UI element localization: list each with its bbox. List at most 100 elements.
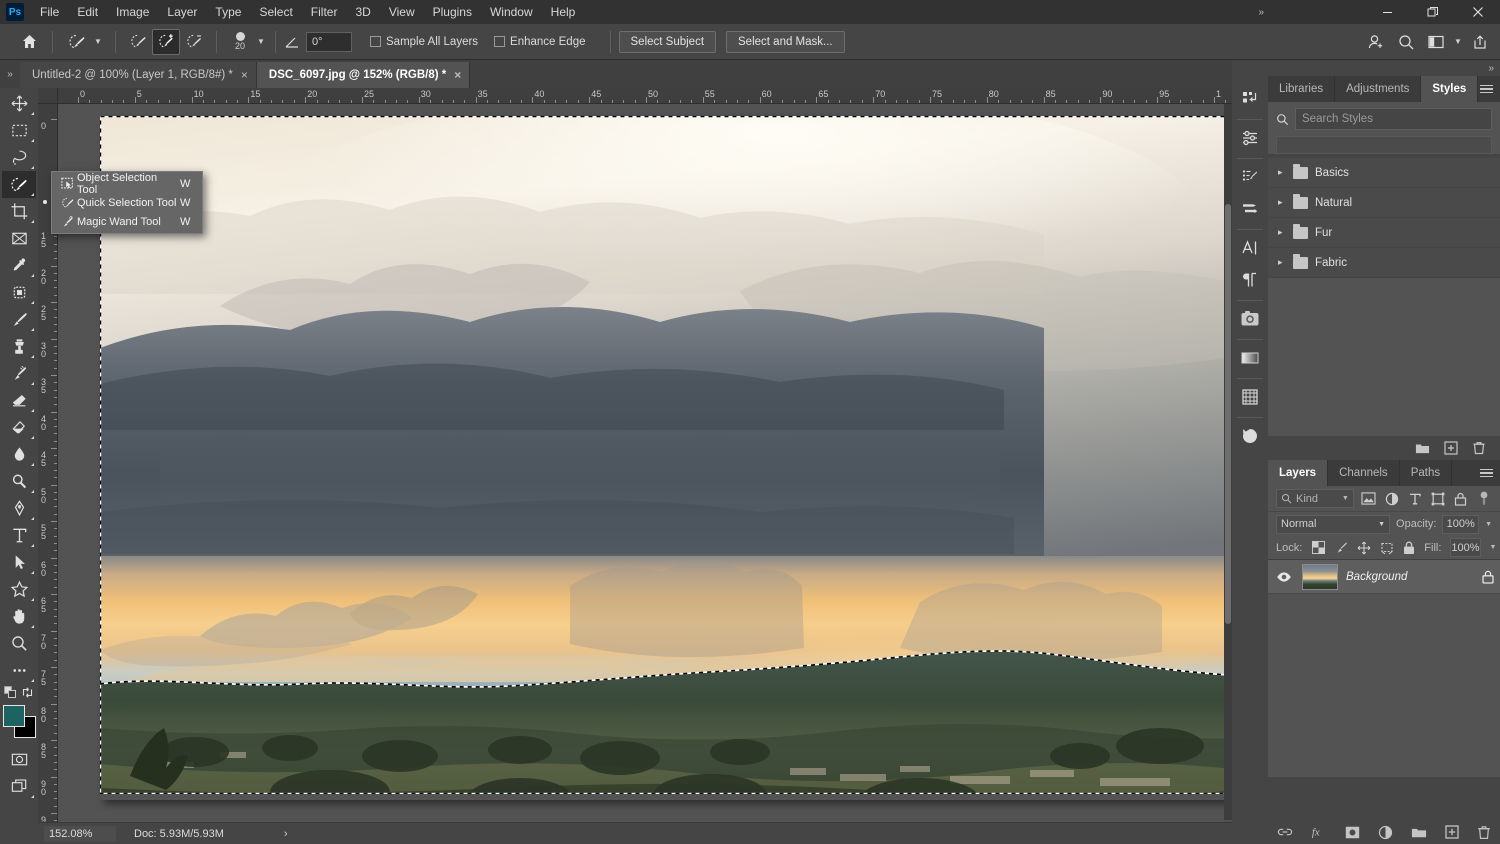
document-tab-untitled-2[interactable]: Untitled-2 @ 100% (Layer 1, RGB/8#) * × [20,62,257,88]
opacity-chevron-down-icon[interactable]: ▼ [1485,521,1492,528]
blur-tool[interactable] [2,441,36,468]
hand-tool[interactable] [2,603,36,630]
history-icon[interactable] [1235,84,1265,114]
foreground-color-swatch[interactable] [3,705,25,727]
crop-tool[interactable] [2,198,36,225]
blend-mode-select[interactable]: Normal ▼ [1276,514,1391,534]
lock-icon[interactable] [1482,570,1494,584]
pen-tool[interactable] [2,495,36,522]
angle-input[interactable]: 0° [306,31,352,52]
menu-edit[interactable]: Edit [68,1,107,23]
patterns-icon[interactable] [1235,382,1265,412]
style-group-fabric[interactable]: ▸ Fabric [1268,248,1500,278]
new-group-icon[interactable] [1411,826,1427,839]
new-adjustment-layer-icon[interactable] [1378,825,1393,840]
move-tool[interactable] [2,90,36,117]
brushes-icon[interactable] [1235,194,1265,224]
chevron-down-icon[interactable]: ▼ [1342,495,1349,502]
tool-preset-picker[interactable]: ▼ [61,27,107,57]
default-colors-icon[interactable] [4,685,17,699]
panel-menu-icon[interactable] [1480,465,1496,481]
document-tab-dsc-6097[interactable]: DSC_6097.jpg @ 152% (RGB/8) * × [256,62,471,88]
menu-image[interactable]: Image [107,1,158,23]
rectangular-marquee-tool[interactable] [2,117,36,144]
tab-channels[interactable]: Channels [1328,460,1400,486]
lock-all-icon[interactable] [1403,541,1415,555]
lock-position-icon[interactable] [1357,541,1371,555]
eye-icon[interactable] [1274,571,1294,583]
path-selection-tool[interactable] [2,549,36,576]
chevron-down-icon[interactable]: ▼ [1378,521,1385,528]
style-group-fur[interactable]: ▸ Fur [1268,218,1500,248]
tab-adjustments[interactable]: Adjustments [1335,76,1422,102]
select-subject-button[interactable]: Select Subject [618,30,717,53]
frame-tool[interactable] [2,225,36,252]
close-button[interactable] [1455,0,1500,24]
layer-styles-fx-icon[interactable]: fx [1311,825,1327,839]
workspace-chevron-down-icon[interactable]: ▼ [1452,32,1464,52]
flyout-magic-wand-tool[interactable]: Magic Wand Tool W [52,212,202,231]
enhance-edge-checkbox[interactable]: Enhance Edge [494,36,586,48]
canvas-vertical-scrollbar[interactable] [1224,104,1232,820]
gradients-icon[interactable] [1235,343,1265,373]
panels-collapse-row[interactable]: » [1268,60,1500,76]
new-layer-icon[interactable] [1445,825,1459,839]
character-icon[interactable] [1235,233,1265,263]
menu-view[interactable]: View [380,1,424,23]
paragraph-icon[interactable] [1235,265,1265,295]
lock-artboard-icon[interactable] [1380,541,1394,555]
add-to-selection-button[interactable] [152,28,180,55]
menu-filter[interactable]: Filter [302,1,347,23]
type-tool[interactable] [2,522,36,549]
lock-transparent-pixels-icon[interactable] [1312,541,1326,554]
opacity-input[interactable]: 100% [1442,514,1480,534]
swap-colors-icon[interactable] [21,686,34,699]
fill-chevron-down-icon[interactable]: ▼ [1490,544,1497,551]
brush-tool[interactable] [2,306,36,333]
tab-close-icon[interactable]: × [454,69,461,81]
new-selection-button[interactable] [124,29,152,55]
styles-preview-strip[interactable] [1276,136,1492,154]
new-group-icon[interactable] [1415,441,1430,455]
brush-size-picker[interactable]: 20 [225,26,255,58]
menu-plugins[interactable]: Plugins [424,1,481,23]
link-layers-icon[interactable] [1277,826,1293,838]
tab-layers[interactable]: Layers [1268,460,1329,486]
filter-toggle-icon[interactable] [1476,490,1492,507]
zoom-tool[interactable] [2,630,36,657]
camera-raw-icon[interactable] [1235,304,1265,334]
user-add-icon[interactable] [1362,29,1390,55]
delete-style-icon[interactable] [1472,441,1486,455]
menu-layer[interactable]: Layer [158,1,206,23]
style-group-natural[interactable]: ▸ Natural [1268,188,1500,218]
flyout-object-selection-tool[interactable]: Object Selection Tool W [52,172,202,196]
chevron-right-icon[interactable]: ▸ [1278,257,1286,268]
horizontal-ruler[interactable]: 0 5 10 15 20 25 30 35 40 45 50 55 60 65 70 75 80 85 90 95 1 [58,88,1232,104]
eraser-tool[interactable] [2,387,36,414]
chevron-down-icon[interactable]: ▼ [92,32,104,52]
tab-close-icon[interactable]: × [241,69,248,81]
filter-shape-icon[interactable] [1430,490,1446,507]
menu-type[interactable]: Type [206,1,250,23]
sample-all-layers-checkbox[interactable]: Sample All Layers [370,36,478,48]
lock-image-pixels-icon[interactable] [1334,541,1348,555]
canvas-viewport[interactable] [58,104,1232,820]
chevron-right-icon[interactable]: ▸ [1278,227,1286,238]
search-styles-input[interactable]: Search Styles [1295,108,1492,130]
tab-styles[interactable]: Styles [1421,76,1479,102]
panel-menu-icon[interactable] [1480,81,1496,97]
lasso-tool[interactable] [2,144,36,171]
brush-preset-chevron-down-icon[interactable]: ▼ [255,32,267,52]
quick-mask-mode-icon[interactable] [2,746,36,773]
filter-smart-object-icon[interactable] [1453,490,1469,507]
add-layer-mask-icon[interactable] [1345,826,1360,839]
share-icon[interactable] [1466,29,1494,55]
screen-mode-icon[interactable] [2,773,36,800]
clone-stamp-tool[interactable] [2,333,36,360]
brush-settings-icon[interactable] [1235,162,1265,192]
fill-input[interactable]: 100% [1450,538,1481,557]
menu-select[interactable]: Select [250,1,301,23]
document-canvas-image[interactable] [100,116,1232,794]
minimize-button[interactable] [1365,0,1410,24]
new-style-icon[interactable] [1444,441,1458,455]
